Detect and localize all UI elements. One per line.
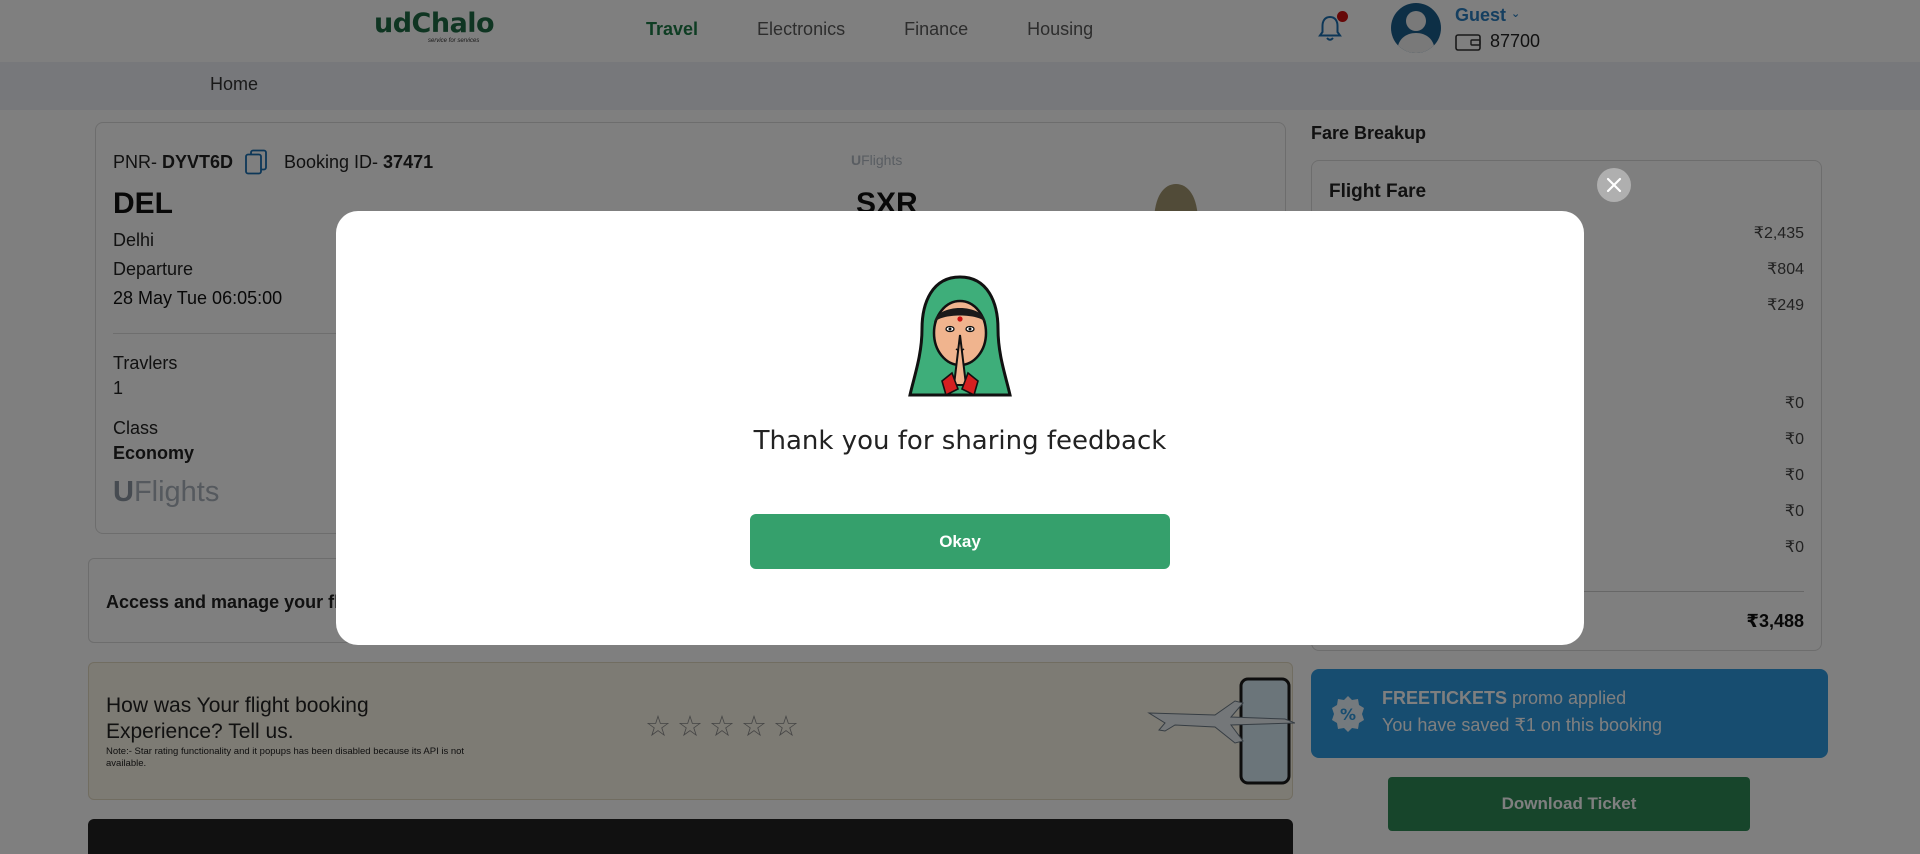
- close-icon: [1606, 177, 1622, 193]
- feedback-thanks-modal: Thank you for sharing feedback Okay: [336, 211, 1584, 645]
- close-modal-button[interactable]: [1597, 168, 1631, 202]
- okay-button[interactable]: Okay: [750, 514, 1170, 569]
- namaste-woman-illustration: [908, 275, 1012, 397]
- modal-message: Thank you for sharing feedback: [753, 426, 1167, 456]
